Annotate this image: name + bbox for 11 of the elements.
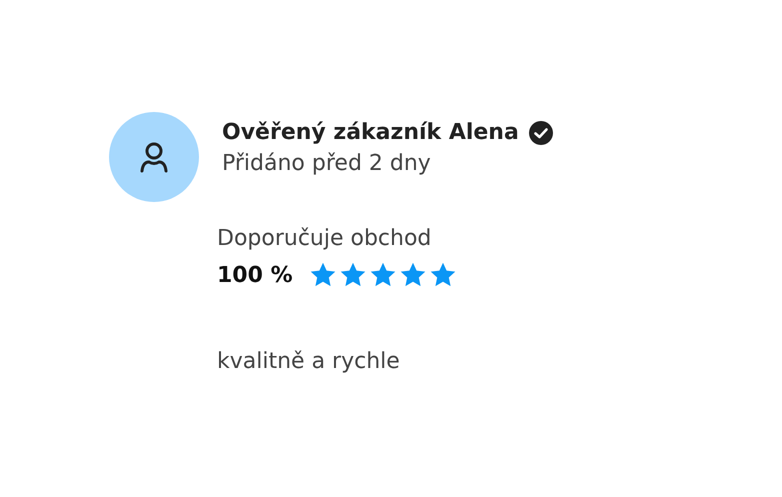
star-icon: [338, 261, 367, 289]
recommend-label: Doporučuje obchod: [217, 226, 432, 251]
author-name: Ověřený zákazník Alena: [222, 120, 519, 145]
star-icon: [428, 261, 457, 289]
person-icon: [138, 141, 170, 173]
star-icon: [368, 261, 397, 289]
recommend-percent: 100 %: [217, 262, 293, 288]
review-text: kvalitně a rychle: [217, 349, 401, 374]
added-time: Přidáno před 2 dny: [222, 151, 432, 176]
star-icon: [308, 261, 337, 289]
star-icon: [398, 261, 427, 289]
